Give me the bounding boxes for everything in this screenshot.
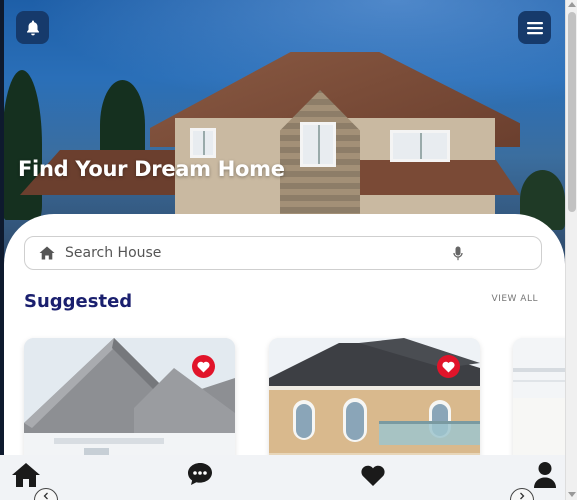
heart-icon [197,361,210,372]
section-title-suggested: Suggested [24,291,133,312]
property-card[interactable] [24,338,235,468]
scroll-up-arrow-icon[interactable] [568,2,576,7]
scroll-right-button[interactable] [510,488,534,500]
home-icon[interactable] [11,462,41,488]
bell-icon [26,20,39,36]
menu-button[interactable] [518,11,551,44]
property-card[interactable] [513,338,565,468]
tree-decoration [2,70,42,220]
hero-title: Find Your Dream Home [18,157,285,181]
house-right-roof [360,160,520,195]
favorite-button[interactable] [192,355,215,378]
search-input[interactable]: Search House [65,245,453,261]
bottom-navigation [0,455,565,500]
scrollbar-thumb[interactable] [568,12,576,212]
property-card[interactable] [269,338,480,468]
view-all-link[interactable]: VIEW ALL [492,294,538,304]
home-icon [39,246,55,260]
chevron-right-icon [520,492,525,500]
heart-icon[interactable] [360,465,386,487]
chat-bubble-icon[interactable] [187,462,213,486]
scroll-left-button[interactable] [34,488,58,500]
search-bar[interactable]: Search House [24,236,542,270]
notifications-button[interactable] [16,11,49,44]
house-window [390,130,450,162]
vertical-scrollbar[interactable] [565,0,577,500]
scroll-down-arrow-icon[interactable] [568,492,576,497]
house-window [300,122,336,167]
heart-icon [442,361,455,372]
microphone-icon[interactable] [453,246,463,261]
partial-house-photo [513,338,565,468]
user-icon[interactable] [533,461,557,489]
hamburger-menu-icon [526,21,543,34]
chevron-left-icon [43,492,48,500]
favorite-button[interactable] [437,355,460,378]
house-window [190,128,216,158]
